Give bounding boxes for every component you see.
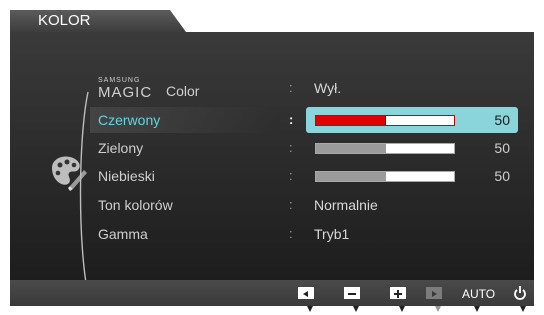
power-icon bbox=[514, 286, 526, 300]
enter-icon bbox=[426, 287, 442, 299]
slider-marker bbox=[385, 172, 386, 181]
red-value: 50 bbox=[494, 112, 510, 128]
menu-item-red[interactable]: Czerwony : 50 bbox=[10, 107, 534, 133]
minus-icon bbox=[344, 287, 360, 299]
left-arrow-button[interactable] bbox=[298, 285, 314, 301]
color-tone-value: Normalnie bbox=[314, 197, 378, 213]
plus-icon bbox=[390, 287, 406, 299]
menu-item-label: Niebieski bbox=[98, 168, 155, 184]
pointer-plus-icon bbox=[399, 306, 405, 312]
blue-slider[interactable] bbox=[315, 171, 455, 182]
pointer-left-arrow-icon bbox=[307, 306, 313, 312]
menu-item-label: Ton kolorów bbox=[98, 197, 173, 213]
separator-colon: : bbox=[289, 80, 293, 95]
brand-top-text: SAMSUNG bbox=[98, 77, 141, 84]
slider-marker bbox=[385, 116, 386, 125]
pointer-minus-icon bbox=[353, 306, 359, 312]
pointer-auto-icon bbox=[474, 306, 480, 312]
slider-marker bbox=[385, 144, 386, 153]
gamma-value: Tryb1 bbox=[314, 226, 350, 242]
separator-colon: : bbox=[289, 168, 293, 183]
slider-fill bbox=[316, 144, 385, 153]
plus-button[interactable] bbox=[390, 285, 406, 301]
slider-fill bbox=[316, 172, 385, 181]
menu-item-blue[interactable]: Niebieski : 50 bbox=[10, 163, 534, 189]
title-tab bbox=[10, 10, 186, 32]
menu-item-label: Czerwony bbox=[98, 112, 161, 128]
red-slider[interactable] bbox=[315, 115, 455, 126]
button-guide-bar: AUTO bbox=[10, 280, 534, 306]
menu-item-label: Color bbox=[166, 83, 200, 99]
left-arrow-icon bbox=[298, 287, 314, 299]
menu-panel: SAMSUNG MAGIC Color : Wył. Czerwony : 50… bbox=[10, 32, 534, 295]
button-pointer-row bbox=[0, 306, 544, 315]
menu-item-color-tone[interactable]: Ton kolorów : Normalnie bbox=[10, 192, 534, 218]
menu-item-green[interactable]: Zielony : 50 bbox=[10, 135, 534, 161]
separator-colon: : bbox=[289, 112, 294, 127]
slider-fill bbox=[316, 116, 385, 125]
auto-button[interactable]: AUTO bbox=[462, 285, 495, 301]
menu-item-label: Gamma bbox=[98, 226, 148, 242]
auto-label: AUTO bbox=[462, 287, 496, 301]
green-value: 50 bbox=[494, 140, 510, 156]
magic-color-value: Wył. bbox=[314, 80, 342, 96]
separator-colon: : bbox=[289, 226, 293, 241]
enter-button[interactable] bbox=[426, 285, 442, 301]
title-bar: KOLOR bbox=[10, 10, 534, 32]
separator-colon: : bbox=[289, 197, 293, 212]
menu-title: KOLOR bbox=[38, 12, 91, 29]
green-slider[interactable] bbox=[315, 143, 455, 154]
menu-item-gamma[interactable]: Gamma : Tryb1 bbox=[10, 221, 534, 247]
menu-item-label: Zielony bbox=[98, 140, 144, 156]
pointer-enter-icon bbox=[435, 306, 441, 312]
brand-main-text: MAGIC bbox=[98, 84, 153, 101]
menu-item-magic-color[interactable]: SAMSUNG MAGIC Color : Wył. bbox=[10, 75, 534, 101]
separator-colon: : bbox=[289, 140, 293, 155]
osd-menu: KOLOR SAMSUNG MAGIC Color: Wył. Czerwon… bbox=[10, 10, 534, 306]
pointer-power-icon bbox=[520, 306, 526, 312]
power-button[interactable] bbox=[513, 285, 527, 301]
blue-value: 50 bbox=[494, 168, 510, 184]
minus-button[interactable] bbox=[344, 285, 360, 301]
